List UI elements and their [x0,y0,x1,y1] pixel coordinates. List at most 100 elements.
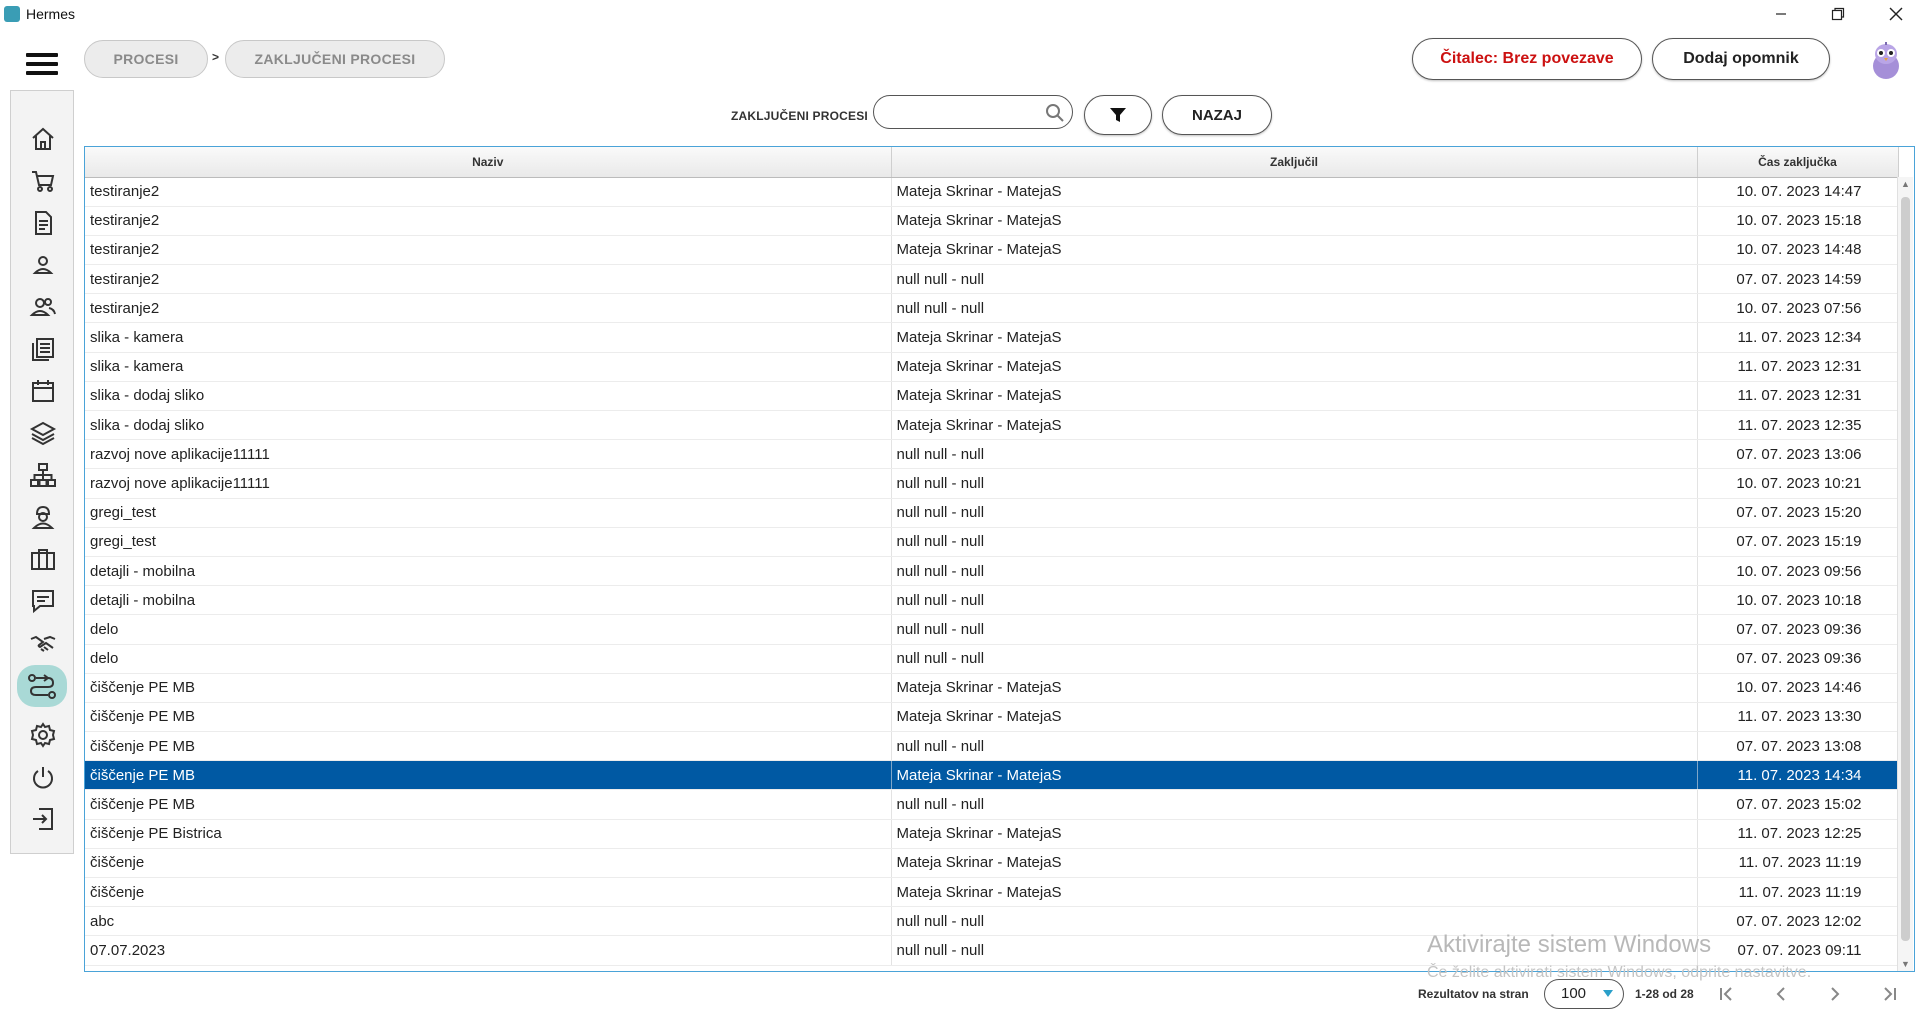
chat-icon[interactable] [25,583,61,619]
add-reminder-button[interactable]: Dodaj opomnik [1652,38,1830,80]
table-row[interactable]: testiranje2 null null - null 07. 07. 2023 … [85,264,1899,295]
cell-naziv: 07.07.2023 [85,935,892,966]
back-button[interactable]: NAZAJ [1162,95,1272,135]
last-page-icon[interactable] [1874,981,1904,1007]
logout-icon[interactable] [25,801,61,837]
table-row[interactable]: razvoj nove aplikacije11111 null null - n… [85,468,1899,499]
table-row[interactable]: testiranje2 Mateja Skrinar - MatejaS 10. 0… [85,177,1899,207]
prev-page-icon[interactable] [1766,981,1796,1007]
minimize-icon[interactable] [1758,0,1804,28]
reader-status-button[interactable]: Čitalec: Brez povezave [1412,38,1642,80]
table-row[interactable]: detajli - mobilna null null - null 10. 07.… [85,585,1899,616]
table-row[interactable]: razvoj nove aplikacije11111 null null - n… [85,439,1899,470]
cell-naziv: testiranje2 [85,264,892,295]
worker-icon[interactable] [25,499,61,535]
table-row[interactable]: čiščenje Mateja Skrinar - MatejaS 11. 07. … [85,848,1899,879]
search-label: ZAKLJUČENI PROCESI [731,109,868,123]
home-icon[interactable] [25,121,61,157]
cell-naziv: čiščenje [85,848,892,879]
table-row[interactable]: čiščenje PE Bistrica Mateja Skrinar - Mat… [85,819,1899,849]
table-row[interactable]: čiščenje PE MB Mateja Skrinar - MatejaS 11… [85,760,1899,791]
process-icon[interactable] [17,665,67,707]
search-icon[interactable] [1045,103,1065,123]
cell-naziv: čiščenje [85,877,892,908]
user-icon[interactable] [25,247,61,283]
cell-cas-zakljucka: 11. 07. 2023 12:34 [1697,322,1899,353]
users-icon[interactable] [25,289,61,325]
table-row[interactable]: testiranje2 null null - null 10. 07. 2023 … [85,293,1899,324]
column-header-zakljucil[interactable]: Zaključil [891,147,1698,178]
document-icon[interactable] [25,205,61,241]
scroll-down-icon[interactable]: ▼ [1901,959,1910,969]
breadcrumb-zakljuceni-procesi[interactable]: ZAKLJUČENI PROCESI [225,40,445,78]
avatar[interactable] [1866,38,1906,80]
table-row[interactable]: gregi_test null null - null 07. 07. 2023 1… [85,498,1899,528]
first-page-icon[interactable] [1712,981,1742,1007]
cell-cas-zakljucka: 11. 07. 2023 12:31 [1697,352,1899,382]
table-row[interactable]: slika - kamera Mateja Skrinar - MatejaS 11… [85,352,1899,382]
table-row[interactable]: čiščenje PE MB Mateja Skrinar - MatejaS 11… [85,702,1899,733]
cell-zakljucil: null null - null [891,439,1698,470]
cell-naziv: razvoj nove aplikacije11111 [85,439,892,470]
network-icon[interactable] [25,457,61,493]
filter-button[interactable] [1084,95,1152,135]
table-row[interactable]: čiščenje PE MB null null - null 07. 07. 20… [85,731,1899,762]
cell-naziv: gregi_test [85,498,892,528]
next-page-icon[interactable] [1820,981,1850,1007]
briefcase-icon[interactable] [25,541,61,577]
table-row[interactable]: detajli - mobilna null null - null 10. 07.… [85,556,1899,587]
table-row[interactable]: slika - dodaj sliko Mateja Skrinar - Mate… [85,381,1899,412]
table-row[interactable]: delo null null - null 07. 07. 2023 09:36 [85,614,1899,645]
cell-zakljucil: Mateja Skrinar - MatejaS [891,410,1698,441]
column-header-cas-zakljucka[interactable]: Čas zaključka [1697,147,1899,178]
table-row[interactable]: slika - kamera Mateja Skrinar - MatejaS 11… [85,322,1899,353]
table-row[interactable]: testiranje2 Mateja Skrinar - MatejaS 10. 0… [85,235,1899,266]
cell-cas-zakljucka: 11. 07. 2023 12:25 [1697,819,1899,849]
cell-naziv: testiranje2 [85,293,892,324]
handshake-icon[interactable] [25,625,61,661]
close-icon[interactable] [1873,0,1919,28]
cell-naziv: slika - kamera [85,352,892,382]
table-row[interactable]: testiranje2 Mateja Skrinar - MatejaS 10. 0… [85,206,1899,236]
calendar-icon[interactable] [25,373,61,409]
page-size-select[interactable]: 100 [1544,979,1624,1009]
column-header-naziv[interactable]: Naziv [85,147,892,178]
cell-zakljucil: Mateja Skrinar - MatejaS [891,877,1698,908]
cell-cas-zakljucka: 07. 07. 2023 15:20 [1697,498,1899,528]
cell-naziv: gregi_test [85,527,892,557]
window-title: Hermes [26,6,76,22]
table-row[interactable]: gregi_test null null - null 07. 07. 2023 1… [85,527,1899,557]
cell-cas-zakljucka: 10. 07. 2023 07:56 [1697,293,1899,324]
search-input[interactable] [873,95,1073,129]
cell-zakljucil: Mateja Skrinar - MatejaS [891,760,1698,791]
scrollbar-thumb[interactable] [1901,197,1910,941]
table-row[interactable]: čiščenje PE MB null null - null 07. 07. 20… [85,789,1899,820]
breadcrumb-separator: > [212,50,220,64]
menu-icon[interactable] [26,53,58,77]
cell-cas-zakljucka: 10. 07. 2023 14:48 [1697,235,1899,266]
restore-icon[interactable] [1815,0,1861,28]
cell-naziv: slika - dodaj sliko [85,410,892,441]
cell-zakljucil: null null - null [891,498,1698,528]
cell-zakljucil: null null - null [891,264,1698,295]
table-row[interactable]: delo null null - null 07. 07. 2023 09:36 [85,644,1899,674]
list-icon[interactable] [25,331,61,367]
table-row[interactable]: čiščenje PE MB Mateja Skrinar - MatejaS 10… [85,673,1899,703]
table-row[interactable]: slika - dodaj sliko Mateja Skrinar - Mate… [85,410,1899,441]
layers-icon[interactable] [25,415,61,451]
gear-icon[interactable] [25,717,61,753]
cell-cas-zakljucka: 11. 07. 2023 14:34 [1697,760,1899,791]
app-logo-icon [4,6,20,22]
cell-cas-zakljucka: 07. 07. 2023 12:02 [1697,906,1899,937]
cell-zakljucil: null null - null [891,293,1698,324]
cell-naziv: slika - kamera [85,322,892,353]
power-icon[interactable] [25,759,61,795]
vertical-scrollbar[interactable]: ▲ ▼ [1897,177,1913,971]
scroll-up-icon[interactable]: ▲ [1901,179,1910,189]
breadcrumb-procesi[interactable]: PROCESI [84,40,208,78]
table-row[interactable]: čiščenje Mateja Skrinar - MatejaS 11. 07. … [85,877,1899,908]
cell-naziv: delo [85,644,892,674]
cart-icon[interactable] [25,163,61,199]
cell-zakljucil: Mateja Skrinar - MatejaS [891,381,1698,412]
chevron-down-icon [1603,990,1613,997]
